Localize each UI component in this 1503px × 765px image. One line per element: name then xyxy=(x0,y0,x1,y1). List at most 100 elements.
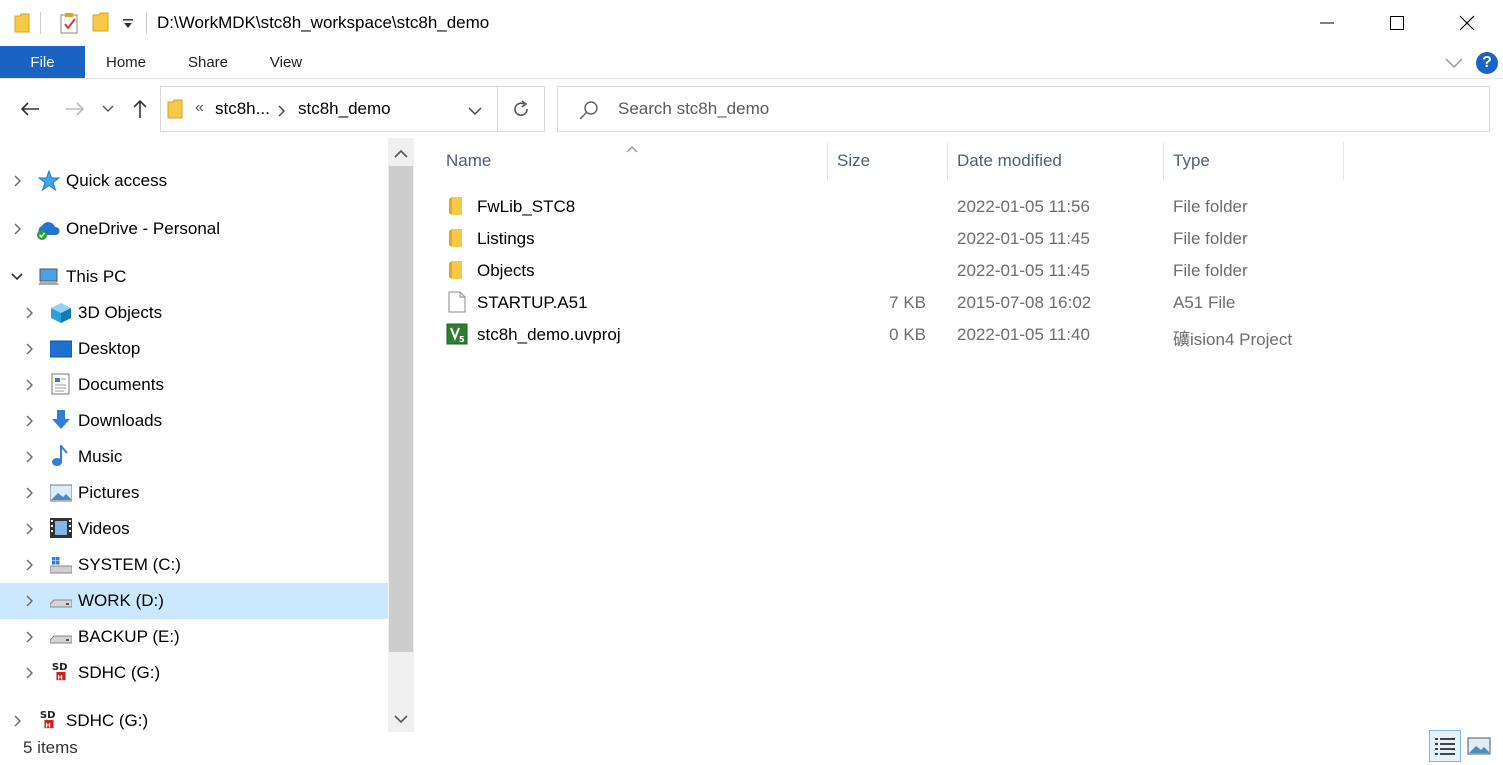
nav-item-music[interactable]: Music xyxy=(0,439,388,475)
chevron-right-icon[interactable] xyxy=(24,379,36,391)
nav-item-desktop[interactable]: Desktop xyxy=(0,331,388,367)
chevron-right-icon[interactable] xyxy=(24,631,36,643)
music-note-icon xyxy=(52,445,68,466)
file-row[interactable]: 5 stc8h_demo.uvproj 0 KB 2022-01-05 11:4… xyxy=(444,318,1344,350)
uvision-project-icon: 5 xyxy=(446,323,468,345)
file-size: 7 KB xyxy=(889,293,926,312)
chevron-right-icon[interactable] xyxy=(12,715,24,727)
chevron-right-icon[interactable] xyxy=(12,175,24,187)
star-icon xyxy=(38,170,60,192)
computer-icon xyxy=(38,268,59,285)
nav-item-downloads[interactable]: Downloads xyxy=(0,403,388,439)
properties-icon[interactable] xyxy=(60,12,80,39)
search-input[interactable] xyxy=(618,99,1418,119)
scrollbar-thumb[interactable] xyxy=(389,166,413,652)
file-date: 2022-01-05 11:45 xyxy=(957,229,1090,248)
chevron-right-icon[interactable] xyxy=(24,667,36,679)
nav-item-pictures[interactable]: Pictures xyxy=(0,475,388,511)
column-header-name[interactable]: Name xyxy=(446,138,491,184)
nav-item-onedrive[interactable]: OneDrive - Personal xyxy=(0,211,388,247)
address-overflow[interactable]: « xyxy=(195,99,204,117)
tab-share[interactable]: Share xyxy=(172,46,244,78)
file-row[interactable]: Objects 2022-01-05 11:45 File folder xyxy=(444,254,1344,286)
column-header-size[interactable]: Size xyxy=(837,138,870,184)
column-separator[interactable] xyxy=(947,142,948,180)
forward-button[interactable] xyxy=(60,94,90,124)
cube-icon xyxy=(51,303,71,323)
nav-item-work-d[interactable]: WORK (D:) xyxy=(0,583,388,619)
nav-item-system-c[interactable]: SYSTEM (C:) xyxy=(0,547,388,583)
file-row[interactable]: Listings 2022-01-05 11:45 File folder xyxy=(444,222,1344,254)
expand-ribbon-icon[interactable] xyxy=(1445,56,1463,74)
nav-item-this-pc[interactable]: This PC xyxy=(0,259,388,295)
status-bar: 5 items xyxy=(0,738,1503,765)
nav-item-videos[interactable]: Videos xyxy=(0,511,388,547)
scroll-down-icon[interactable] xyxy=(394,711,408,729)
chevron-down-icon[interactable] xyxy=(11,271,23,283)
chevron-right-icon[interactable] xyxy=(24,415,36,427)
new-folder-icon[interactable] xyxy=(92,12,110,37)
column-separator[interactable] xyxy=(1343,142,1344,180)
nav-item-3d-objects[interactable]: 3D Objects xyxy=(0,295,388,331)
back-button[interactable] xyxy=(15,94,45,124)
nav-item-sdhc-g-root[interactable]: SD H SDHC (G:) xyxy=(0,703,388,738)
search-box[interactable] xyxy=(557,86,1490,132)
minimize-icon xyxy=(1320,22,1334,24)
file-type: File folder xyxy=(1173,229,1248,248)
chevron-right-icon[interactable] xyxy=(24,307,36,319)
up-arrow-icon xyxy=(133,99,147,118)
file-type: 礦ision4 Project xyxy=(1173,330,1293,349)
maximize-button[interactable] xyxy=(1362,0,1432,46)
title-bar: D:\WorkMDK\stc8h_workspace\stc8h_demo xyxy=(0,0,1503,46)
scroll-up-icon[interactable] xyxy=(394,146,408,164)
nav-item-documents[interactable]: Documents xyxy=(0,367,388,403)
details-view-button[interactable] xyxy=(1429,730,1461,762)
close-button[interactable] xyxy=(1432,0,1502,46)
file-size: 0 KB xyxy=(889,325,926,344)
svg-text:H: H xyxy=(57,673,62,681)
nav-item-sdhc-g[interactable]: SD H SDHC (G:) xyxy=(0,655,388,691)
chevron-down-icon xyxy=(102,105,114,112)
nav-item-backup-e[interactable]: BACKUP (E:) xyxy=(0,619,388,655)
column-separator[interactable] xyxy=(827,142,828,180)
chevron-right-icon[interactable] xyxy=(24,559,36,571)
file-row[interactable]: FwLib_STC8 2022-01-05 11:56 File folder xyxy=(444,190,1344,222)
column-header-type[interactable]: Type xyxy=(1173,138,1210,184)
file-date: 2022-01-05 11:40 xyxy=(957,325,1090,344)
up-button[interactable] xyxy=(125,94,155,124)
address-bar[interactable]: « stc8h... stc8h_demo xyxy=(160,86,498,132)
ribbon-tabs: File Home Share View xyxy=(0,46,1503,79)
chevron-right-icon[interactable] xyxy=(24,451,36,463)
chevron-right-icon[interactable] xyxy=(24,523,36,535)
tab-view[interactable]: View xyxy=(250,46,322,78)
drive-icon xyxy=(50,599,72,608)
chevron-right-icon[interactable] xyxy=(24,343,36,355)
chevron-right-icon[interactable] xyxy=(12,223,24,235)
minimize-button[interactable] xyxy=(1292,0,1362,46)
file-icon xyxy=(448,291,466,313)
large-icons-view-icon xyxy=(1467,737,1491,755)
item-count: 5 items xyxy=(23,738,78,757)
tab-file[interactable]: File xyxy=(0,46,85,78)
column-header-date-modified[interactable]: Date modified xyxy=(957,138,1062,184)
file-name: Listings xyxy=(477,229,535,248)
address-dropdown-icon[interactable] xyxy=(467,104,483,122)
column-separator[interactable] xyxy=(1163,142,1164,180)
file-row[interactable]: STARTUP.A51 7 KB 2015-07-08 16:02 A51 Fi… xyxy=(444,286,1344,318)
help-button[interactable]: ? xyxy=(1476,52,1498,74)
sd-card-icon: SDH xyxy=(52,662,68,681)
chevron-right-icon[interactable] xyxy=(24,487,36,499)
chevron-right-icon[interactable] xyxy=(24,595,36,607)
recent-locations-button[interactable] xyxy=(96,94,120,124)
file-list: Name Size Date modified Type FwLib_STC8 … xyxy=(414,138,1503,738)
breadcrumb-parent[interactable]: stc8h... xyxy=(215,99,270,119)
nav-item-quick-access[interactable]: Quick access xyxy=(0,163,388,199)
customize-qat-icon[interactable] xyxy=(121,16,135,35)
breadcrumb-separator-icon[interactable] xyxy=(278,104,286,122)
window-title: D:\WorkMDK\stc8h_workspace\stc8h_demo xyxy=(157,13,490,32)
tab-home[interactable]: Home xyxy=(90,46,162,78)
large-icons-view-button[interactable] xyxy=(1463,730,1495,762)
breadcrumb-current[interactable]: stc8h_demo xyxy=(298,99,391,119)
explorer-window: D:\WorkMDK\stc8h_workspace\stc8h_demo Fi… xyxy=(0,0,1503,765)
refresh-button[interactable] xyxy=(497,86,545,132)
